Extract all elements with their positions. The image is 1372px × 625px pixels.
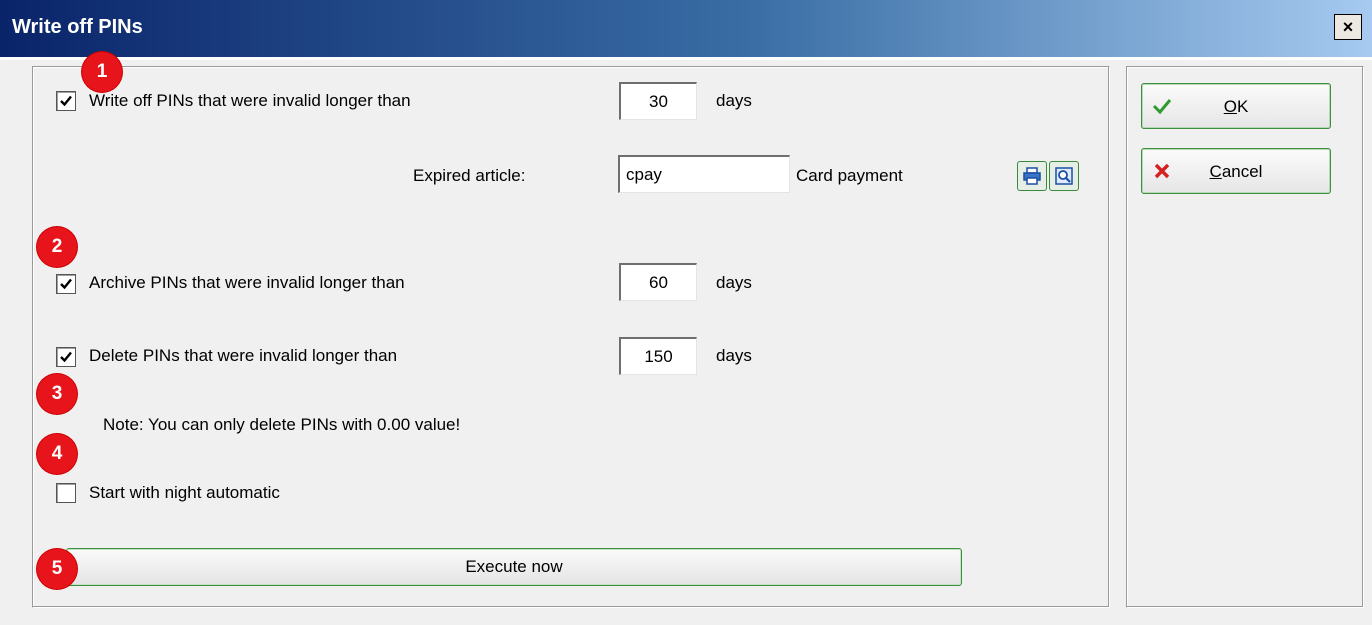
expired-article-label: Expired article:: [413, 166, 526, 185]
write-off-days-input[interactable]: [619, 82, 697, 120]
step-badge-1: 1: [82, 52, 122, 92]
close-button[interactable]: ×: [1334, 14, 1362, 40]
delete-days-input[interactable]: [619, 337, 697, 375]
expired-article-input[interactable]: [618, 155, 790, 193]
step-badge-3: 3: [37, 374, 77, 414]
title-bar: [0, 0, 1372, 57]
delete-days-unit: days: [716, 346, 752, 365]
archive-checkbox[interactable]: [56, 274, 76, 294]
lookup-icon: [1055, 167, 1073, 185]
step-badge-2: 2: [37, 227, 77, 267]
title-divider: [0, 57, 1372, 60]
night-automatic-checkbox[interactable]: [56, 483, 76, 503]
archive-label: Archive PINs that were invalid longer th…: [89, 273, 405, 292]
write-off-checkbox[interactable]: [56, 91, 76, 111]
checkmark-icon: [60, 95, 72, 107]
write-off-days-unit: days: [716, 91, 752, 110]
step-badge-4: 4: [37, 434, 77, 474]
close-icon: ×: [1342, 17, 1354, 37]
cancel-label: Cancel: [1209, 162, 1263, 181]
archive-days-input[interactable]: [619, 263, 697, 301]
checkmark-icon: [60, 278, 72, 290]
ok-label: OK: [1223, 97, 1249, 116]
execute-now-label: Execute now: [465, 557, 563, 576]
ok-button[interactable]: OK: [1141, 83, 1331, 129]
print-button[interactable]: [1017, 161, 1047, 191]
delete-label: Delete PINs that were invalid longer tha…: [89, 346, 398, 365]
checkmark-icon: [60, 351, 72, 363]
print-icon: [1023, 167, 1041, 185]
delete-checkbox[interactable]: [56, 347, 76, 367]
delete-note: Note: You can only delete PINs with 0.00…: [103, 415, 461, 434]
lookup-button[interactable]: [1049, 161, 1079, 191]
archive-days-unit: days: [716, 273, 752, 292]
night-automatic-label: Start with night automatic: [89, 483, 280, 502]
execute-now-button[interactable]: Execute now: [66, 548, 962, 586]
write-off-label: Write off PINs that were invalid longer …: [89, 91, 411, 110]
cancel-button[interactable]: Cancel: [1141, 148, 1331, 194]
window-title: Write off PINs: [12, 16, 143, 38]
expired-article-description: Card payment: [796, 166, 903, 185]
step-badge-5: 5: [37, 549, 77, 589]
options-group: [32, 66, 1110, 608]
